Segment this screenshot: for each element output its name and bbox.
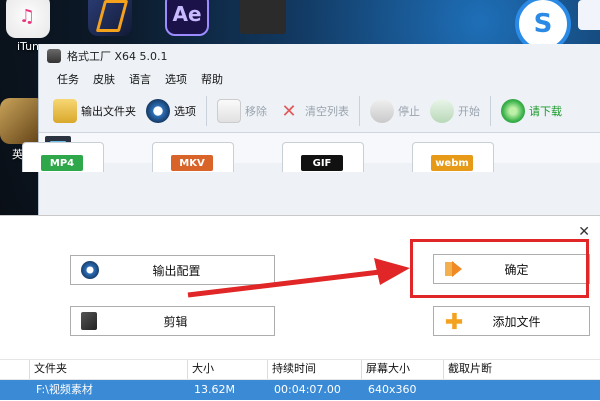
red-arrow-annotation	[187, 258, 410, 298]
cell-duration: 00:04:07.00	[274, 383, 341, 396]
table-header: 文件夹 大小 持续时间 屏幕大小 截取片断	[0, 359, 600, 380]
column-duration[interactable]: 持续时间	[268, 360, 362, 379]
column-size[interactable]: 大小	[188, 360, 268, 379]
cell-clip	[444, 380, 600, 400]
cell-folder: F:\视频素材	[36, 383, 93, 396]
table-row[interactable]: F:\视频素材 13.62M 00:04:07.00 640x360	[0, 380, 600, 400]
column-clip[interactable]: 截取片断	[444, 360, 600, 379]
row-spacer	[0, 380, 30, 400]
column-screen-size[interactable]: 屏幕大小	[362, 360, 444, 379]
cell-screen-size: 640x360	[368, 383, 417, 396]
cell-size: 13.62M	[194, 383, 235, 396]
column-folder[interactable]: 文件夹	[30, 360, 188, 379]
table-header-spacer	[0, 360, 30, 379]
file-table: 文件夹 大小 持续时间 屏幕大小 截取片断 F:\视频素材 13.62M 00:…	[0, 359, 600, 400]
